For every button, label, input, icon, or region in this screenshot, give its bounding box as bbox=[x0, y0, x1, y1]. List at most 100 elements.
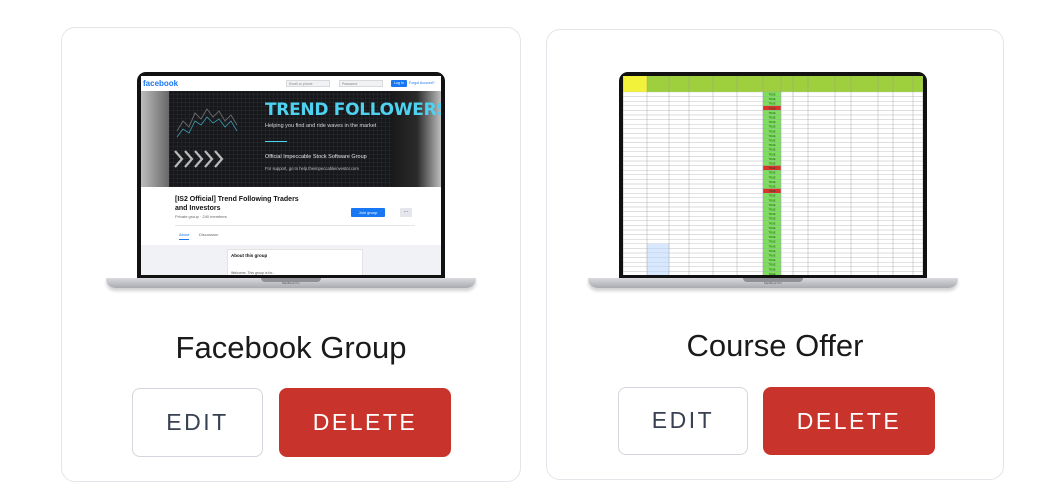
sheet-status-text: TRUE bbox=[768, 111, 775, 115]
sheet-cell bbox=[780, 257, 794, 263]
banner-official: Official Impeccable Stock Software Group bbox=[265, 154, 367, 160]
more-button: ... bbox=[400, 208, 412, 217]
sheet-cell bbox=[780, 197, 794, 203]
sheet-cell bbox=[780, 193, 794, 198]
sheet-status-text: TRUE bbox=[768, 235, 775, 239]
course-offer-card: TRUE TRUE TRUE TRUE TRUE TRUE TRUE TRUE TRUE TRUE… bbox=[546, 29, 1004, 480]
card-title: Course Offer bbox=[686, 328, 864, 363]
laptop-lid: facebook Email or phone Password Log In … bbox=[137, 72, 445, 281]
sheet-status-text: TRUE bbox=[768, 143, 775, 147]
sheet-cell bbox=[780, 147, 794, 152]
sheet-cell bbox=[780, 252, 794, 258]
group-meta: Private group · 240 members bbox=[175, 214, 227, 219]
group-info: [IS2 Official] Trend Following Traders a… bbox=[141, 187, 441, 275]
sheet-status-text: TRUE bbox=[768, 97, 775, 101]
sheet-status-text: TRUE bbox=[768, 217, 775, 221]
sheet-status-text: TRUE bbox=[768, 189, 775, 193]
sheet-cell bbox=[780, 239, 794, 244]
sheet-cell bbox=[780, 174, 794, 180]
forgot-account-link: Forgot Account? bbox=[409, 81, 435, 85]
sheet-cell bbox=[780, 183, 794, 189]
banner-support: For support, go to help.theimpeccableinv… bbox=[265, 166, 359, 171]
sheet-cell bbox=[780, 243, 794, 249]
sheet-status-text: TRUE bbox=[768, 231, 775, 235]
sheet-status-text: TRUE bbox=[768, 175, 775, 179]
delete-button[interactable]: DELETE bbox=[279, 388, 451, 457]
email-field: Email or phone bbox=[286, 80, 330, 87]
facebook-group-card: facebook Email or phone Password Log In … bbox=[61, 27, 521, 482]
tab-discussion: Discussion bbox=[199, 232, 219, 237]
sheet-status-text: TRUE bbox=[768, 240, 775, 244]
laptop-lid: TRUE TRUE TRUE TRUE TRUE TRUE TRUE TRUE TRUE TRUE… bbox=[619, 72, 927, 281]
sheet-status-text: TRUE bbox=[768, 102, 775, 106]
sheet-highlight-cell bbox=[646, 271, 670, 275]
sheet-cell bbox=[780, 229, 794, 235]
spreadsheet-grid: TRUETRUETRUETRUETRUETRUETRUETRUETRUETRUE… bbox=[623, 76, 923, 275]
sheet-cell bbox=[780, 142, 794, 148]
join-group-button: Join group bbox=[351, 208, 385, 217]
sheet-status-text: TRUE bbox=[768, 185, 775, 189]
sheet-cell bbox=[780, 119, 794, 125]
banner-divider bbox=[265, 141, 287, 142]
sheet-cell bbox=[780, 133, 794, 139]
sheet-cell bbox=[780, 156, 794, 162]
sheet-cell bbox=[780, 271, 794, 275]
sheet-cell bbox=[780, 96, 794, 102]
sheet-status-text: TRUE bbox=[768, 212, 775, 216]
trend-followers-banner: TREND FOLLOWERS Helping you find and rid… bbox=[169, 91, 441, 187]
sheet-cell bbox=[780, 151, 794, 157]
sheet-highlight-cell bbox=[646, 262, 670, 267]
sheet-cell bbox=[780, 114, 794, 120]
sheet-status-text: TRUE bbox=[768, 258, 775, 262]
sheet-status-text: TRUE bbox=[768, 120, 775, 124]
device-label: MacBook Pro bbox=[281, 281, 300, 285]
sheet-status-text: TRUE bbox=[768, 134, 775, 138]
sheet-status-text: TRUE bbox=[768, 244, 775, 248]
sheet-cell bbox=[780, 266, 794, 272]
sheet-cell bbox=[780, 110, 794, 116]
edit-button[interactable]: EDIT bbox=[132, 388, 263, 457]
sheet-cell bbox=[780, 220, 794, 226]
sheet-status-text: TRUE bbox=[768, 226, 775, 230]
tab-about: About bbox=[179, 232, 190, 240]
facebook-logo: facebook bbox=[143, 79, 179, 88]
sheet-status-text: TRUE bbox=[768, 139, 775, 143]
sheet-cell bbox=[780, 202, 794, 208]
sheet-highlight-cell bbox=[646, 266, 670, 272]
sheet-cell bbox=[780, 262, 794, 267]
sheet-status-text: TRUE bbox=[768, 198, 775, 202]
divider bbox=[175, 225, 415, 226]
group-cover: TREND FOLLOWERS Helping you find and rid… bbox=[141, 91, 441, 187]
sheet-status-text: TRUE bbox=[768, 180, 775, 184]
sheet-cell bbox=[780, 188, 794, 194]
sheet-status-text: TRUE bbox=[768, 254, 775, 258]
sheet-status-text: TRUE bbox=[768, 125, 775, 129]
group-name: [IS2 Official] Trend Following Traders a… bbox=[175, 196, 299, 212]
about-text: Welcome. This group is for... bbox=[231, 271, 276, 275]
sheet-cell bbox=[780, 216, 794, 221]
sheet-status-text: TRUE bbox=[768, 267, 775, 271]
sheet-status-text: TRUE bbox=[768, 166, 775, 170]
chart-graphic bbox=[174, 108, 238, 168]
facebook-group-screenshot: facebook Email or phone Password Log In … bbox=[141, 76, 441, 275]
sheet-status-text: TRUE bbox=[768, 221, 775, 225]
sheet-status-text: TRUE bbox=[768, 162, 775, 166]
sheet-highlight-cell bbox=[646, 243, 670, 249]
sheet-cell bbox=[780, 225, 794, 231]
sheet-status-text: TRUE bbox=[768, 272, 775, 275]
delete-button[interactable]: DELETE bbox=[763, 387, 935, 455]
sheet-status-text: TRUE bbox=[768, 249, 775, 253]
laptop-base: MacBook Pro bbox=[106, 278, 476, 288]
sheet-header-yellow-cell bbox=[623, 76, 647, 92]
banner-subtitle: Helping you find and ride waves in the m… bbox=[265, 123, 377, 129]
device-label: MacBook Pro bbox=[763, 281, 782, 285]
sheet-status-text: TRUE bbox=[768, 208, 775, 212]
sheet-cell bbox=[780, 179, 794, 185]
sheet-status-text: TRUE bbox=[768, 263, 775, 267]
sheet-status-text: TRUE bbox=[768, 129, 775, 133]
banner-title: TREND FOLLOWERS bbox=[265, 100, 441, 120]
sheet-cell bbox=[780, 206, 794, 212]
edit-button[interactable]: EDIT bbox=[618, 387, 748, 455]
sheet-cell bbox=[780, 101, 794, 106]
password-field: Password bbox=[339, 80, 383, 87]
